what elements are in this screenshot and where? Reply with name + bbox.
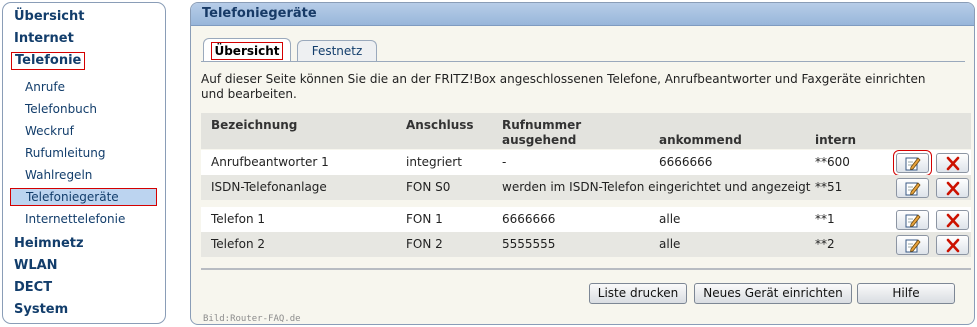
nav-weckruf[interactable]: Weckruf [25, 124, 74, 138]
edit-button[interactable] [896, 235, 929, 255]
cell-ausgehend: - [502, 155, 507, 169]
cell-ausgehend: 6666666 [502, 212, 556, 226]
nav-telefonie[interactable]: Telefonie [11, 52, 86, 70]
edit-icon [905, 182, 921, 196]
page-title: Telefoniegeräte [202, 6, 317, 21]
header-ausgehend: ausgehend [502, 133, 577, 147]
cell-intern: **1 [815, 212, 835, 226]
nav-internet[interactable]: Internet [14, 31, 74, 46]
tab-uebersicht-label: Übersicht [211, 42, 283, 60]
nav-uebersicht[interactable]: Übersicht [14, 9, 84, 24]
cell-ankommend: alle [659, 212, 681, 226]
sidebar-navigation: Übersicht Internet Telefonie Anrufe Tele… [2, 2, 166, 324]
delete-icon [946, 181, 960, 196]
nav-wahlregeln[interactable]: Wahlregeln [25, 168, 92, 182]
cell-intern: **2 [815, 237, 835, 251]
main-panel: Telefoniegeräte Übersicht Festnetz Auf d… [190, 2, 975, 325]
nav-dect[interactable]: DECT [14, 280, 52, 295]
delete-icon [946, 213, 960, 228]
cell-ausgehend: werden im ISDN-Telefon eingerichtet und … [502, 180, 811, 194]
edit-icon [905, 239, 921, 253]
table-header: Bezeichnung Anschluss Rufnummer ausgehen… [201, 113, 971, 149]
header-anschluss: Anschluss [406, 118, 474, 132]
cell-ankommend: 6666666 [659, 155, 713, 169]
edit-button[interactable] [896, 210, 929, 230]
cell-anschluss: integriert [406, 155, 462, 169]
header-intern: intern [815, 133, 856, 147]
nav-anrufe[interactable]: Anrufe [25, 80, 65, 94]
tab-festnetz[interactable]: Festnetz [297, 40, 377, 62]
header-ankommend: ankommend [659, 133, 742, 147]
nav-heimnetz[interactable]: Heimnetz [14, 236, 84, 251]
table-row: Telefon 1 FON 1 6666666 alle **1 [201, 207, 971, 232]
delete-icon [946, 238, 960, 253]
delete-button[interactable] [936, 210, 969, 230]
delete-button[interactable] [936, 178, 969, 198]
header-bezeichnung: Bezeichnung [211, 118, 298, 132]
nav-internettelefonie[interactable]: Internettelefonie [25, 212, 125, 226]
delete-button[interactable] [936, 235, 969, 255]
cell-anschluss: FON 2 [406, 237, 443, 251]
table-row: Anrufbeantworter 1 integriert - 6666666 … [201, 150, 971, 176]
edit-button[interactable] [896, 178, 929, 198]
cell-anschluss: FON 1 [406, 212, 443, 226]
cell-name: Telefon 1 [211, 212, 266, 226]
help-button[interactable]: Hilfe [857, 283, 955, 304]
edit-icon [905, 214, 921, 228]
nav-telefonbuch[interactable]: Telefonbuch [25, 102, 97, 116]
panel-header: Telefoniegeräte [191, 3, 974, 26]
delete-button[interactable] [936, 153, 969, 173]
cell-ausgehend: 5555555 [502, 237, 556, 251]
cell-name: ISDN-Telefonanlage [211, 180, 327, 194]
tab-uebersicht[interactable]: Übersicht [203, 38, 291, 62]
header-rufnummer: Rufnummer [502, 118, 582, 132]
cell-intern: **51 [815, 180, 843, 194]
print-list-button[interactable]: Liste drucken [589, 283, 687, 304]
delete-icon [946, 156, 960, 171]
page-description: Auf dieser Seite können Sie die an der F… [201, 72, 926, 101]
cell-intern: **600 [815, 155, 850, 169]
nav-rufumleitung[interactable]: Rufumleitung [25, 146, 106, 160]
new-device-button[interactable]: Neues Gerät einrichten [694, 283, 852, 304]
nav-system[interactable]: System [14, 302, 68, 317]
nav-wlan[interactable]: WLAN [14, 258, 58, 273]
table-row: ISDN-Telefonanlage FON S0 werden im ISDN… [201, 175, 971, 200]
edit-button[interactable] [893, 150, 932, 176]
cell-anschluss: FON S0 [406, 180, 451, 194]
image-credit: Bild:Router-FAQ.de [203, 314, 301, 324]
cell-name: Telefon 2 [211, 237, 266, 251]
edit-icon [905, 157, 921, 171]
table-separator [201, 268, 971, 270]
tab-divider [201, 61, 965, 62]
cell-ankommend: alle [659, 237, 681, 251]
nav-telefoniegeraete[interactable]: Telefoniegeräte [10, 188, 157, 206]
cell-name: Anrufbeantworter 1 [211, 155, 329, 169]
table-row: Telefon 2 FON 2 5555555 alle **2 [201, 232, 971, 257]
